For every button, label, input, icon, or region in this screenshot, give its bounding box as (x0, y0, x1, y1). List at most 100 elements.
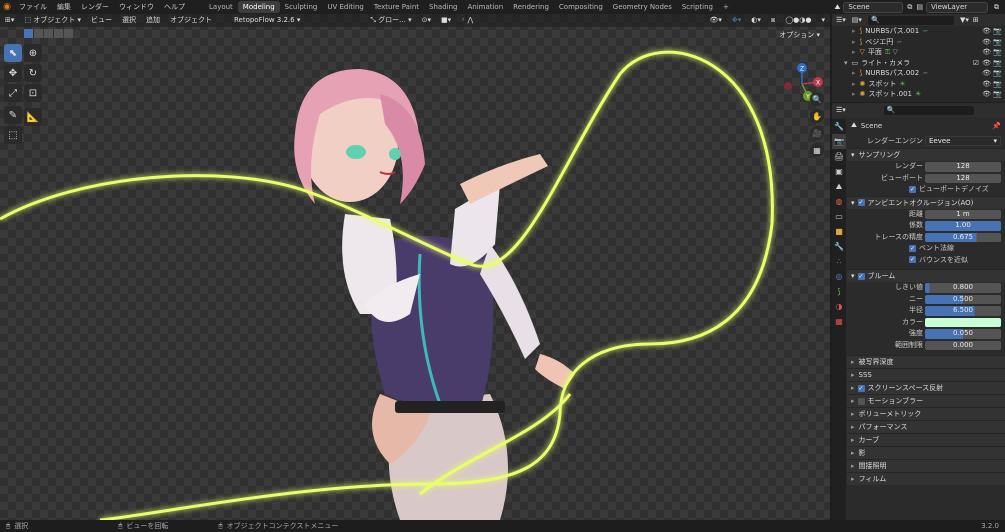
select-intersect-icon[interactable] (64, 29, 73, 38)
xray-icon[interactable]: ⧈ (766, 14, 780, 27)
tab-compositing[interactable]: Compositing (554, 1, 608, 13)
film-panel-header[interactable]: ▸ フィルム (847, 472, 1005, 485)
collection-tab-icon[interactable]: ▭ (832, 209, 846, 224)
menu-render[interactable]: レンダー (76, 0, 114, 14)
include-checkbox[interactable]: ☑ (973, 59, 979, 67)
viewport-samples-field[interactable]: 128 (925, 173, 1001, 183)
tab-shading[interactable]: Shading (424, 1, 462, 13)
outliner-row[interactable]: ▸ ✺ スポット.001 ☀ 👁 📷 (832, 89, 1005, 100)
tab-uv-editing[interactable]: UV Editing (322, 1, 369, 13)
shading-modes-icon[interactable]: ◯●◑● (780, 14, 816, 27)
shadows-panel-header[interactable]: ▸ 影 (847, 446, 1005, 459)
overlay-icon[interactable]: ◐▾ (746, 14, 766, 27)
options-menu[interactable]: オプション ▾ (779, 30, 820, 40)
tab-texture-paint[interactable]: Texture Paint (369, 1, 424, 13)
outliner-search-input[interactable]: 🔍 (867, 15, 954, 25)
tab-layout[interactable]: Layout (204, 1, 238, 13)
outliner-row[interactable]: ▸ ⟆ NURBSパス.001 ∽ 👁 📷 (832, 26, 1005, 37)
scene-copy-icon[interactable]: ⧉ (907, 3, 912, 12)
viewlayer-icon[interactable]: ▤ (916, 3, 923, 11)
select-new-icon[interactable] (24, 29, 33, 38)
outliner-display-icon[interactable]: ▤▾ (852, 16, 862, 24)
ao-panel-header[interactable]: ▾ ✓ アンビエントオクルージョン(AO) (847, 195, 1005, 209)
render-camera-icon[interactable]: 📷 (993, 27, 1002, 35)
annotate-tool-icon[interactable]: ✎ (4, 106, 22, 124)
properties-editor-icon[interactable]: ☰▾ (836, 106, 846, 114)
ssr-panel-header[interactable]: ▸ ✓ スクリーンスペース反射 (847, 381, 1005, 394)
bloom-enable-checkbox[interactable]: ✓ (857, 272, 865, 280)
bloom-knee-slider[interactable]: 0.500 (925, 294, 1001, 304)
select-extend-icon[interactable] (34, 29, 43, 38)
bloom-intensity-slider[interactable]: 0.050 (925, 329, 1001, 339)
camera-view-icon[interactable]: 🎥 (810, 126, 824, 140)
scene-tab-icon[interactable]: ⛰ (832, 179, 846, 194)
render-camera-icon[interactable]: 📷 (993, 59, 1002, 67)
character-model[interactable] (294, 69, 575, 520)
visibility-icon[interactable]: 👁▾ (704, 14, 726, 27)
render-camera-icon[interactable]: 📷 (993, 90, 1002, 98)
viewport-menu-object[interactable]: オブジェクト (165, 14, 217, 27)
select-invert-icon[interactable] (54, 29, 63, 38)
bounce-checkbox[interactable]: ✓ バウンスを近似 (847, 255, 1005, 267)
scene-selector[interactable]: Scene (843, 1, 904, 13)
sampling-panel-header[interactable]: ▾ サンプリング (847, 148, 1005, 161)
rotate-tool-icon[interactable]: ↻ (24, 64, 42, 82)
performance-panel-header[interactable]: ▸ パフォーマンス (847, 420, 1005, 433)
menu-window[interactable]: ウィンドウ (114, 0, 159, 14)
outliner-row[interactable]: ▸ ✺ スポット ☀ 👁 📷 (832, 79, 1005, 90)
menu-help[interactable]: ヘルプ (159, 0, 190, 14)
outliner-row[interactable]: ▸ ⟆ NURBSパス.002 ∽ 👁 📷 (832, 68, 1005, 79)
eye-icon[interactable]: 👁 (982, 90, 991, 98)
blender-logo-icon[interactable]: ◉ (0, 0, 14, 14)
outliner-row[interactable]: ▸ ⟆ ベジエ円 ∽ 👁 📷 (832, 37, 1005, 48)
pivot-icon[interactable]: ⊙▾ (417, 14, 436, 27)
render-camera-icon[interactable]: 📷 (993, 48, 1002, 56)
menu-edit[interactable]: 編集 (52, 0, 76, 14)
ao-enable-checkbox[interactable]: ✓ (857, 199, 865, 206)
viewlayer-selector[interactable]: ViewLayer (926, 1, 988, 13)
particles-tab-icon[interactable]: ∴ (832, 254, 846, 269)
new-collection-icon[interactable]: ⊞ (973, 16, 979, 24)
tool-tab-icon[interactable]: 🔧 (832, 119, 846, 134)
viewlayer-copy-icon[interactable]: ⧉ (994, 3, 999, 12)
3d-viewport[interactable]: ⊞▾ ⬚ オブジェクト ▾ ビュー 選択 追加 オブジェクト RetopoFlo… (0, 14, 830, 520)
eye-icon[interactable]: 👁 (982, 48, 991, 56)
bloom-threshold-field[interactable]: 0.800 (925, 283, 1001, 293)
eye-icon[interactable]: 👁 (982, 59, 991, 67)
pan-hand-icon[interactable]: ✋ (810, 109, 824, 123)
tab-animation[interactable]: Animation (462, 1, 508, 13)
eye-icon[interactable]: 👁 (982, 69, 991, 77)
scene-icon[interactable]: ⛰ (834, 3, 840, 12)
view-layer-tab-icon[interactable]: ▣ (832, 164, 846, 179)
render-camera-icon[interactable]: 📷 (993, 69, 1002, 77)
outliner-row[interactable]: ▾ ▭ ライト・カメラ ☑ 👁 📷 (832, 58, 1005, 69)
proportional-edit-icon[interactable]: ◦ ⋀ (456, 14, 478, 27)
ao-distance-field[interactable]: 1 m (925, 209, 1001, 219)
outliner-row[interactable]: ▸ ▽ 平面 ⚿ ▽ 👁 📷 (832, 47, 1005, 58)
bloom-color-swatch[interactable] (925, 317, 1001, 327)
orientation-select[interactable]: ⤡ グロー... ▾ (365, 14, 416, 27)
eye-icon[interactable]: 👁 (982, 27, 991, 35)
viewport-menu-add[interactable]: 追加 (141, 14, 165, 27)
filter-icon[interactable]: ▼▾ (960, 16, 969, 24)
bloom-panel-header[interactable]: ▾ ✓ ブルーム (847, 269, 1005, 282)
transform-tool-icon[interactable]: ⊡ (24, 84, 42, 102)
volumetrics-panel-header[interactable]: ▸ ボリューメトリック (847, 407, 1005, 420)
menu-file[interactable]: ファイル (14, 0, 52, 14)
add-cube-tool-icon[interactable]: ⬚ (4, 126, 22, 144)
pin-icon[interactable]: 📌 (992, 122, 1001, 130)
eye-icon[interactable]: 👁 (982, 80, 991, 88)
ssr-enable-checkbox[interactable]: ✓ (857, 384, 865, 392)
world-tab-icon[interactable]: ◍ (832, 194, 846, 209)
bloom-radius-slider[interactable]: 6.500 (925, 306, 1001, 316)
ao-precision-slider[interactable]: 0.675 (925, 232, 1001, 242)
sss-panel-header[interactable]: ▸ SSS (847, 368, 1005, 381)
render-tab-icon[interactable]: 📷 (832, 134, 846, 149)
physics-tab-icon[interactable]: ◎ (832, 269, 846, 284)
zoom-icon[interactable]: 🔍 (810, 92, 824, 106)
gizmo-icon[interactable]: ✥▾ (727, 14, 746, 27)
select-tool-icon[interactable]: ⬉ (4, 44, 22, 62)
bent-normals-checkbox[interactable]: ✓ ベント法線 (847, 243, 1005, 255)
editor-type-icon[interactable]: ⊞▾ (0, 14, 19, 27)
mode-select[interactable]: ⬚ オブジェクト ▾ (19, 14, 86, 27)
